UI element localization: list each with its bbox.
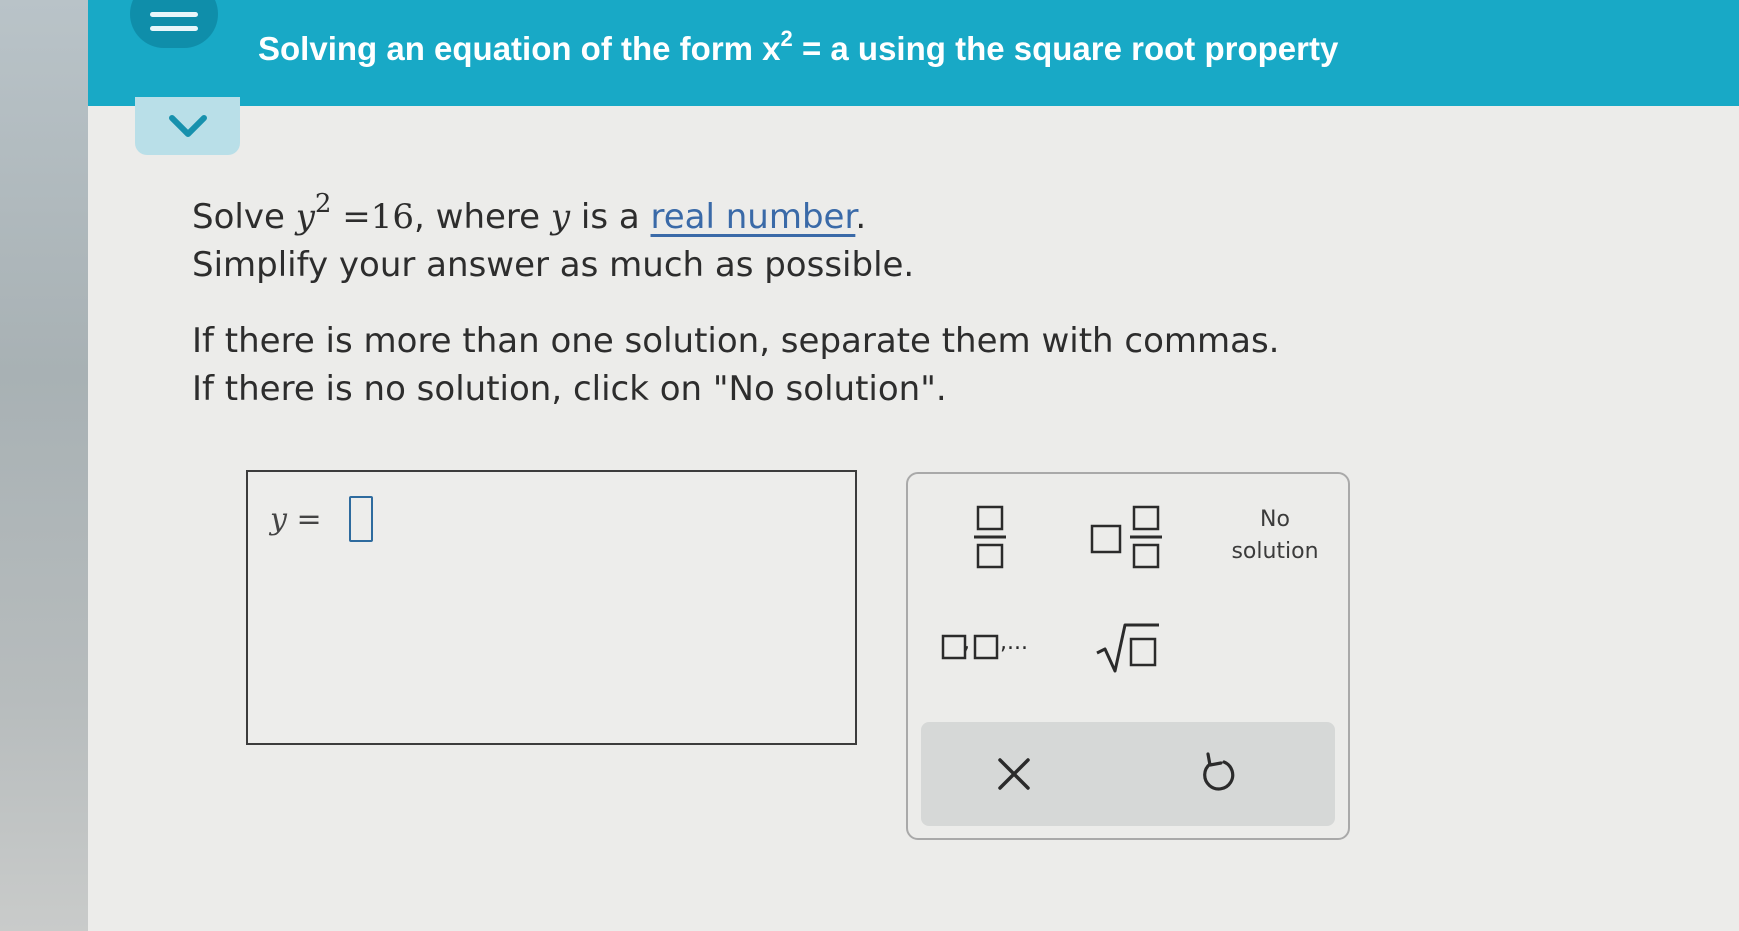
math-keypad: No solution ,... ,	[906, 472, 1350, 840]
undo-button[interactable]	[1185, 744, 1251, 804]
menu-button[interactable]	[130, 0, 218, 48]
square-root-icon	[1096, 623, 1159, 673]
background-left-edge	[0, 0, 100, 931]
question-line-3: If there is more than one solution, sepa…	[192, 321, 1280, 361]
mixed-number-button[interactable]	[1088, 502, 1168, 572]
square-root-button[interactable]	[1092, 614, 1164, 680]
chevron-down-icon	[168, 115, 207, 137]
clear-button[interactable]	[981, 744, 1047, 804]
fraction-icon	[974, 505, 1006, 569]
hamburger-icon	[150, 11, 198, 17]
question-line-4: If there is no solution, click on "No so…	[192, 369, 947, 409]
undo-icon	[1203, 752, 1235, 791]
answer-label: y =	[270, 502, 322, 537]
fraction-button[interactable]	[960, 502, 1020, 572]
list-button[interactable]: ,... ,	[938, 622, 1038, 672]
answer-area[interactable]: y =	[246, 470, 857, 745]
answer-input[interactable]	[349, 496, 373, 542]
no-solution-button[interactable]: No solution	[1220, 504, 1330, 568]
page-title: Solving an equation of the form x2 = a u…	[258, 26, 1339, 67]
question-line-1: Solve y2 =16, where y is a real number.	[192, 189, 867, 237]
collapse-button[interactable]	[135, 97, 240, 155]
question-text: Solve y2 =16, where y is a real number. …	[192, 180, 1392, 413]
real-number-link[interactable]: real number	[651, 197, 856, 237]
question-line-2: Simplify your answer as much as possible…	[192, 245, 915, 285]
mixed-number-icon	[1090, 505, 1162, 569]
close-icon	[998, 758, 1030, 790]
keypad-action-bar	[921, 722, 1335, 826]
